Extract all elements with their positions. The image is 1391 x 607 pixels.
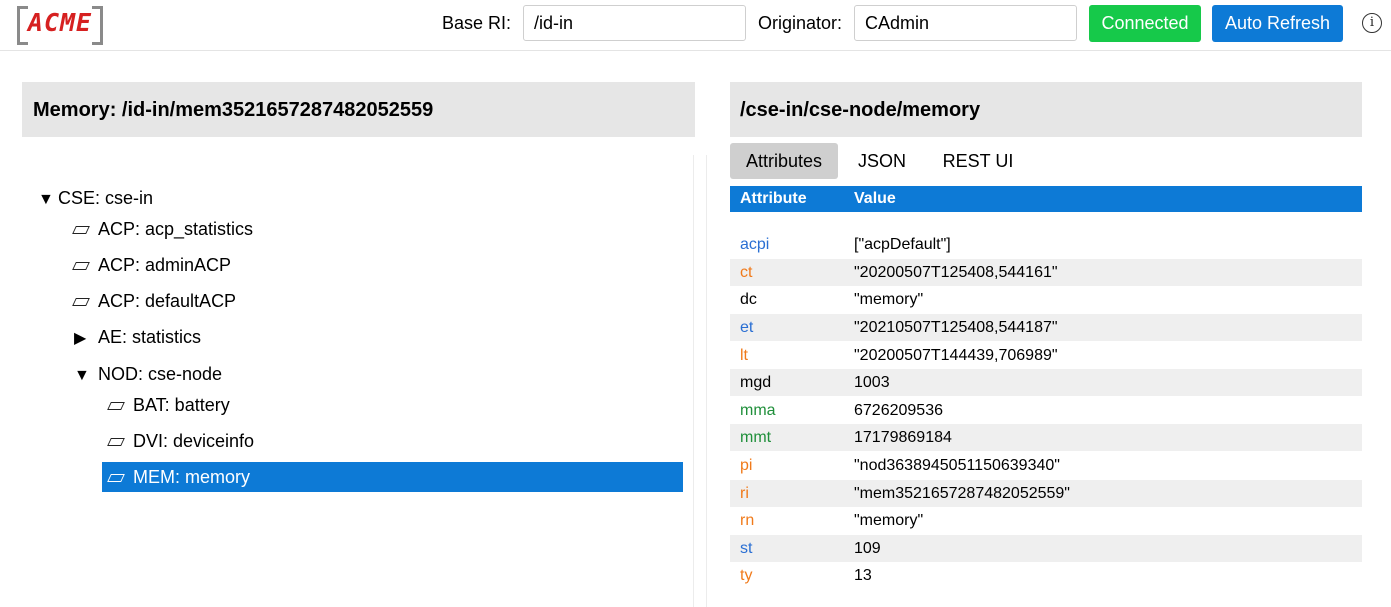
table-row: pi "nod3638945051150639340" [730, 452, 1362, 479]
resource-path-title: /cse-in/cse-node/memory [740, 99, 981, 121]
attribute-value: "nod3638945051150639340" [854, 457, 1060, 474]
resource-leaf-icon [107, 402, 125, 410]
tab-attributes[interactable]: Attributes [730, 143, 838, 179]
attribute-key: mma [740, 402, 776, 419]
attributes-table-header: Attribute Value [730, 186, 1362, 212]
attribute-value: "20200507T125408,544161" [854, 264, 1058, 281]
attribute-key: mgd [740, 374, 772, 391]
attribute-value: "20210507T125408,544187" [854, 319, 1058, 336]
base-ri-input[interactable] [523, 5, 746, 41]
attribute-value: "memory" [854, 512, 924, 529]
tree-item-label: DVI: deviceinfo [133, 431, 255, 451]
table-row: acpi ["acpDefault"] [730, 231, 1362, 258]
resource-leaf-icon [72, 262, 90, 270]
tree-item-label: ACP: defaultACP [98, 291, 237, 311]
attribute-value: "mem3521657287482052559" [854, 485, 1070, 502]
tree-item-label: BAT: battery [133, 395, 230, 415]
connected-button[interactable]: Connected [1089, 5, 1201, 42]
table-row: ri "mem3521657287482052559" [730, 480, 1362, 507]
table-row: mmt 17179869184 [730, 424, 1362, 451]
table-row: rn "memory" [730, 507, 1362, 534]
attribute-key: rn [740, 512, 755, 529]
originator-input[interactable] [854, 5, 1077, 41]
acme-logo: ACME [17, 5, 103, 45]
attribute-key: dc [740, 291, 757, 308]
table-row: st 109 [730, 535, 1362, 562]
table-row: ct "20200507T125408,544161" [730, 259, 1362, 286]
tree-item-cse-in[interactable]: ▼ CSE: cse-in [38, 183, 153, 213]
logo-text: ACME [27, 8, 93, 37]
right-panel-header: /cse-in/cse-node/memory [730, 82, 1362, 137]
info-icon[interactable]: i [1362, 13, 1382, 33]
tree-item-nod-cse-node[interactable]: ▼ NOD: cse-node [74, 359, 222, 389]
tree-item-label: AE: statistics [98, 327, 202, 347]
table-row: et "20210507T125408,544187" [730, 314, 1362, 341]
attribute-key: st [740, 540, 753, 557]
resource-title: Memory: /id-in/mem3521657287482052559 [33, 99, 434, 121]
attribute-column-header: Attribute [740, 190, 807, 207]
tree-item-mem-memory[interactable]: MEM: memory [102, 462, 683, 492]
attribute-value: ["acpDefault"] [854, 236, 951, 253]
attribute-key: lt [740, 347, 748, 364]
table-row: lt "20200507T144439,706989" [730, 342, 1362, 369]
table-row: ty 13 [730, 562, 1362, 589]
tree-item-label: NOD: cse-node [98, 364, 223, 384]
resource-leaf-icon [107, 438, 125, 446]
attribute-value: 17179869184 [854, 429, 952, 446]
resource-leaf-icon [107, 474, 125, 482]
left-panel-header: Memory: /id-in/mem3521657287482052559 [22, 82, 695, 137]
attribute-key: ri [740, 485, 749, 502]
attribute-key: mmt [740, 429, 772, 446]
tree-item-acp-statistics[interactable]: ACP: acp_statistics [70, 214, 253, 244]
panel-resize-handle[interactable] [693, 155, 707, 607]
table-row: dc "memory" [730, 286, 1362, 313]
attribute-key: pi [740, 457, 753, 474]
attribute-key: ct [740, 264, 753, 281]
expand-toggle-icon[interactable]: ▼ [38, 185, 58, 215]
tab-rest-ui[interactable]: REST UI [930, 143, 1026, 179]
table-row: mma 6726209536 [730, 397, 1362, 424]
tree-item-ae-statistics[interactable]: ▶ AE: statistics [74, 322, 201, 352]
tab-json[interactable]: JSON [846, 143, 918, 179]
attribute-key: et [740, 319, 754, 336]
tree-item-dvi-deviceinfo[interactable]: DVI: deviceinfo [105, 426, 254, 456]
attribute-value: "memory" [854, 291, 924, 308]
attribute-value: "20200507T144439,706989" [854, 347, 1058, 364]
attribute-value: 109 [854, 540, 881, 557]
originator-label: Originator: [758, 13, 843, 33]
tree-item-admin-acp[interactable]: ACP: adminACP [70, 250, 231, 280]
auto-refresh-button[interactable]: Auto Refresh [1212, 5, 1343, 42]
value-column-header: Value [854, 190, 896, 207]
resource-leaf-icon [72, 298, 90, 306]
tree-item-label: ACP: adminACP [98, 255, 232, 275]
collapse-toggle-icon[interactable]: ▶ [74, 324, 98, 354]
attribute-value: 6726209536 [854, 402, 943, 419]
tree-item-label: MEM: memory [133, 467, 250, 487]
resource-leaf-icon [72, 226, 90, 234]
attribute-value: 13 [854, 567, 872, 584]
attribute-key: acpi [740, 236, 770, 253]
base-ri-label: Base RI: [442, 13, 512, 33]
tree-item-label: CSE: cse-in [58, 188, 154, 208]
tree-item-label: ACP: acp_statistics [98, 219, 254, 239]
tree-item-bat-battery[interactable]: BAT: battery [105, 390, 230, 420]
attribute-value: 1003 [854, 374, 890, 391]
expand-toggle-icon[interactable]: ▼ [74, 361, 98, 391]
attribute-key: ty [740, 567, 753, 584]
table-row: mgd 1003 [730, 369, 1362, 396]
tree-item-default-acp[interactable]: ACP: defaultACP [70, 286, 236, 316]
top-bar: ACME Base RI: Originator: Connected Auto… [0, 0, 1391, 51]
